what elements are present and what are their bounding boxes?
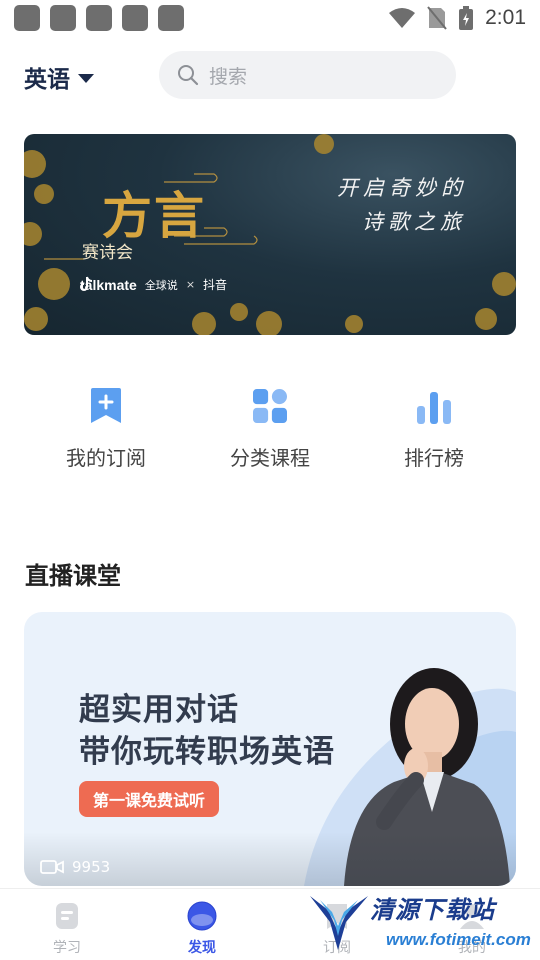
banner-tagline-2: 诗歌之旅 <box>362 210 466 234</box>
quick-entry-categories[interactable]: 分类课程 <box>200 388 340 471</box>
search-bar[interactable]: 搜索 <box>159 51 456 99</box>
study-icon <box>56 903 78 929</box>
system-icons: 2:01 <box>389 5 526 31</box>
brand-separator: × <box>185 278 196 291</box>
quick-entry-ranking[interactable]: 排行榜 <box>364 388 504 471</box>
video-camera-icon <box>40 860 64 874</box>
discover-icon <box>187 901 217 931</box>
live-course-card[interactable]: 超实用对话 带你玩转职场英语 第一课免费试听 9953 <box>24 612 516 886</box>
banner-subtitle: 赛诗会 <box>82 243 133 263</box>
grid-icon <box>253 388 287 424</box>
no-sim-icon <box>427 6 447 30</box>
language-label: 英语 <box>24 67 70 93</box>
watermark: 清源下载站 www.fotimeit.com <box>306 886 534 960</box>
quick-entry-label: 我的订阅 <box>66 446 146 470</box>
quick-entry-label: 分类课程 <box>230 446 310 470</box>
search-placeholder: 搜索 <box>209 65 248 88</box>
status-bar: 2:01 <box>0 0 540 36</box>
course-headline-1: 超实用对话 <box>79 692 239 728</box>
nav-label: 发现 <box>188 940 216 956</box>
promo-banner[interactable]: 方言 赛诗会 开启奇妙的 诗歌之旅 talkmate 全球说 × 抖音 <box>24 134 516 335</box>
language-selector[interactable]: 英语 <box>24 60 94 94</box>
bar-chart-icon <box>417 388 451 424</box>
notification-icon <box>50 5 76 31</box>
quanqiushuo-logo: 全球说 <box>144 278 178 292</box>
nav-label: 学习 <box>53 940 81 956</box>
notification-icon <box>158 5 184 31</box>
nav-tab-study[interactable]: 学习 <box>22 901 112 957</box>
notification-icon <box>122 5 148 31</box>
caret-down-icon <box>78 73 94 83</box>
section-title-live: 直播课堂 <box>25 562 121 590</box>
wifi-icon <box>389 8 416 28</box>
quick-entry-label: 排行榜 <box>404 446 464 470</box>
notification-icon <box>86 5 112 31</box>
nav-tab-discover[interactable]: 发现 <box>157 901 247 957</box>
quick-entry-subscriptions[interactable]: 我的订阅 <box>36 388 176 471</box>
banner-brands: talkmate 全球说 × 抖音 <box>80 276 227 293</box>
clock: 2:01 <box>485 6 526 29</box>
banner-tagline-1: 开启奇妙的 <box>337 176 467 200</box>
watermark-text: 清源下载站 <box>370 896 495 924</box>
notification-icon <box>14 5 40 31</box>
douyin-logo: 抖音 <box>203 278 228 292</box>
battery-icon <box>459 6 474 30</box>
douyin-icon <box>80 276 93 291</box>
course-headline-2: 带你玩转职场英语 <box>79 734 335 770</box>
watermark-logo-icon <box>310 896 368 950</box>
watermark-url: www.fotimeit.com <box>386 930 531 949</box>
view-count-value: 9953 <box>72 858 111 876</box>
notification-icons <box>14 5 184 31</box>
bookmark-plus-icon <box>89 388 123 424</box>
search-icon <box>178 65 199 86</box>
free-trial-button[interactable]: 第一课免费试听 <box>79 781 220 817</box>
view-count: 9953 <box>40 858 110 876</box>
